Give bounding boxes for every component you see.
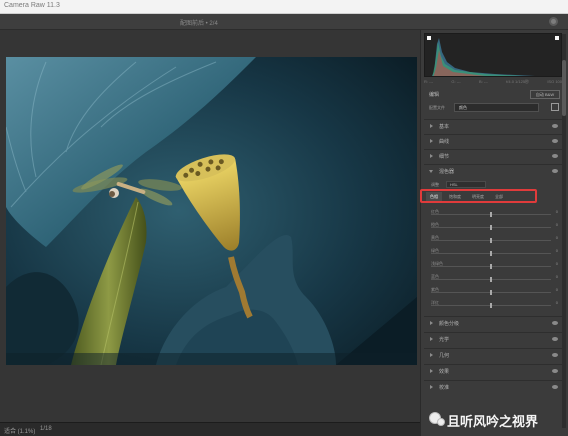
highlight-clipping-icon[interactable] — [555, 36, 559, 40]
eye-icon[interactable] — [552, 154, 558, 158]
section-detail[interactable]: 细节 — [424, 149, 562, 161]
hist-g: G: --- — [451, 79, 461, 84]
section-color-mixer[interactable]: 混色器 — [424, 164, 562, 176]
section-label: 几何 — [439, 353, 450, 359]
annotation-highlight-box — [420, 189, 537, 203]
section-geometry[interactable]: 几何 — [424, 348, 562, 360]
section-calibration[interactable]: 校准 — [424, 380, 562, 392]
profile-select[interactable]: 颜色 — [454, 103, 539, 112]
slider-value[interactable]: 0 — [556, 287, 558, 292]
watermark: 且听风吟之视界 — [421, 408, 561, 430]
app-title: Camera Raw 11.3 — [4, 2, 60, 9]
section-curve[interactable]: 曲线 — [424, 134, 562, 146]
hist-iso: ISO 100 — [547, 79, 562, 84]
slider-value[interactable]: 0 — [556, 248, 558, 253]
hist-r: R: --- — [424, 79, 434, 84]
chevron-right-icon — [430, 337, 433, 341]
histogram — [424, 33, 562, 77]
section-label: 效果 — [439, 369, 450, 375]
chevron-right-icon — [430, 124, 433, 128]
mixer-adjust-label: 调整 — [431, 182, 439, 187]
slider-thumb[interactable] — [490, 251, 492, 256]
histogram-curve — [432, 38, 535, 76]
document-title: 配图前后 • 2/4 — [180, 21, 218, 27]
slider-thumb[interactable] — [490, 238, 492, 243]
slider-row: 橙色 0 — [424, 221, 562, 231]
edit-panel: R: --- G: --- B: --- f/4.0 1/125秒 ISO 10… — [420, 30, 568, 436]
chevron-down-icon — [429, 170, 433, 173]
zoom-level[interactable]: 适合 (1.1%) — [4, 426, 35, 435]
slider-value[interactable]: 0 — [556, 300, 558, 305]
edit-header: 编辑 自动 B&W — [424, 89, 562, 100]
mixer-adjust-value: HSL — [450, 182, 458, 187]
photo-image — [6, 57, 417, 365]
gear-icon[interactable] — [549, 17, 558, 26]
slider-value[interactable]: 0 — [556, 274, 558, 279]
image-counter: 1/18 — [40, 426, 52, 432]
profile-label: 配置文件 — [429, 105, 445, 110]
slider-thumb[interactable] — [490, 277, 492, 282]
eye-icon[interactable] — [552, 369, 558, 373]
profile-browser-icon[interactable] — [551, 103, 559, 111]
chevron-right-icon — [430, 353, 433, 357]
slider-value[interactable]: 0 — [556, 209, 558, 214]
title-bar: Camera Raw 11.3 — [0, 0, 568, 14]
section-label: 混色器 — [439, 169, 455, 175]
slider-row: 红色 0 — [424, 208, 562, 218]
wechat-icon — [429, 412, 445, 426]
section-label: 校准 — [439, 385, 450, 391]
eye-icon[interactable] — [552, 124, 558, 128]
hist-exposure: f/4.0 1/125秒 — [506, 79, 530, 84]
slider-thumb[interactable] — [490, 264, 492, 269]
slider-thumb[interactable] — [490, 290, 492, 295]
panel-scroll-thumb[interactable] — [562, 60, 566, 116]
slider-row: 洋红 0 — [424, 299, 562, 309]
slider-row: 黄色 0 — [424, 234, 562, 244]
photo-preview[interactable] — [6, 57, 417, 365]
slider-row: 浅绿色 0 — [424, 260, 562, 270]
slider-thumb[interactable] — [490, 225, 492, 230]
section-label: 基本 — [439, 124, 450, 130]
hist-b: B: --- — [478, 79, 488, 84]
slider-thumb[interactable] — [490, 303, 492, 308]
eye-icon[interactable] — [552, 385, 558, 389]
eye-icon[interactable] — [552, 353, 558, 357]
shadow-clipping-icon[interactable] — [427, 36, 431, 40]
slider-row: 绿色 0 — [424, 247, 562, 257]
chevron-right-icon — [430, 154, 433, 158]
slider-row: 紫色 0 — [424, 286, 562, 296]
section-label: 光学 — [439, 337, 450, 343]
slider-value[interactable]: 0 — [556, 222, 558, 227]
watermark-text: 且听风吟之视界 — [447, 414, 539, 429]
eye-icon[interactable] — [552, 337, 558, 341]
section-effects[interactable]: 效果 — [424, 364, 562, 376]
section-label: 颜色分级 — [439, 321, 460, 327]
slider-value[interactable]: 0 — [556, 235, 558, 240]
section-label: 曲线 — [439, 139, 450, 145]
chevron-right-icon — [430, 385, 433, 389]
slider-row: 蓝色 0 — [424, 273, 562, 283]
profile-value: 颜色 — [459, 105, 467, 110]
chevron-right-icon — [430, 369, 433, 373]
slider-value[interactable]: 0 — [556, 261, 558, 266]
eye-icon[interactable] — [552, 169, 558, 173]
edit-title: 编辑 — [429, 92, 440, 98]
eye-icon[interactable] — [552, 321, 558, 325]
eye-icon[interactable] — [552, 139, 558, 143]
toolbar: 配图前后 • 2/4 — [0, 14, 568, 30]
profile-row: 配置文件 颜色 — [424, 102, 562, 113]
section-optics[interactable]: 光学 — [424, 332, 562, 344]
slider-thumb[interactable] — [490, 212, 492, 217]
histogram-info: R: --- G: --- B: --- f/4.0 1/125秒 ISO 10… — [424, 79, 562, 88]
section-color-grading[interactable]: 颜色分级 — [424, 316, 562, 328]
chevron-right-icon — [430, 321, 433, 325]
section-basic[interactable]: 基本 — [424, 119, 562, 131]
status-bar: 适合 (1.1%) 1/18 — [0, 422, 420, 436]
chevron-right-icon — [430, 139, 433, 143]
auto-bw-button[interactable]: 自动 B&W — [530, 90, 560, 99]
section-label: 细节 — [439, 154, 450, 160]
mixer-adjust-select[interactable]: HSL — [446, 181, 486, 188]
